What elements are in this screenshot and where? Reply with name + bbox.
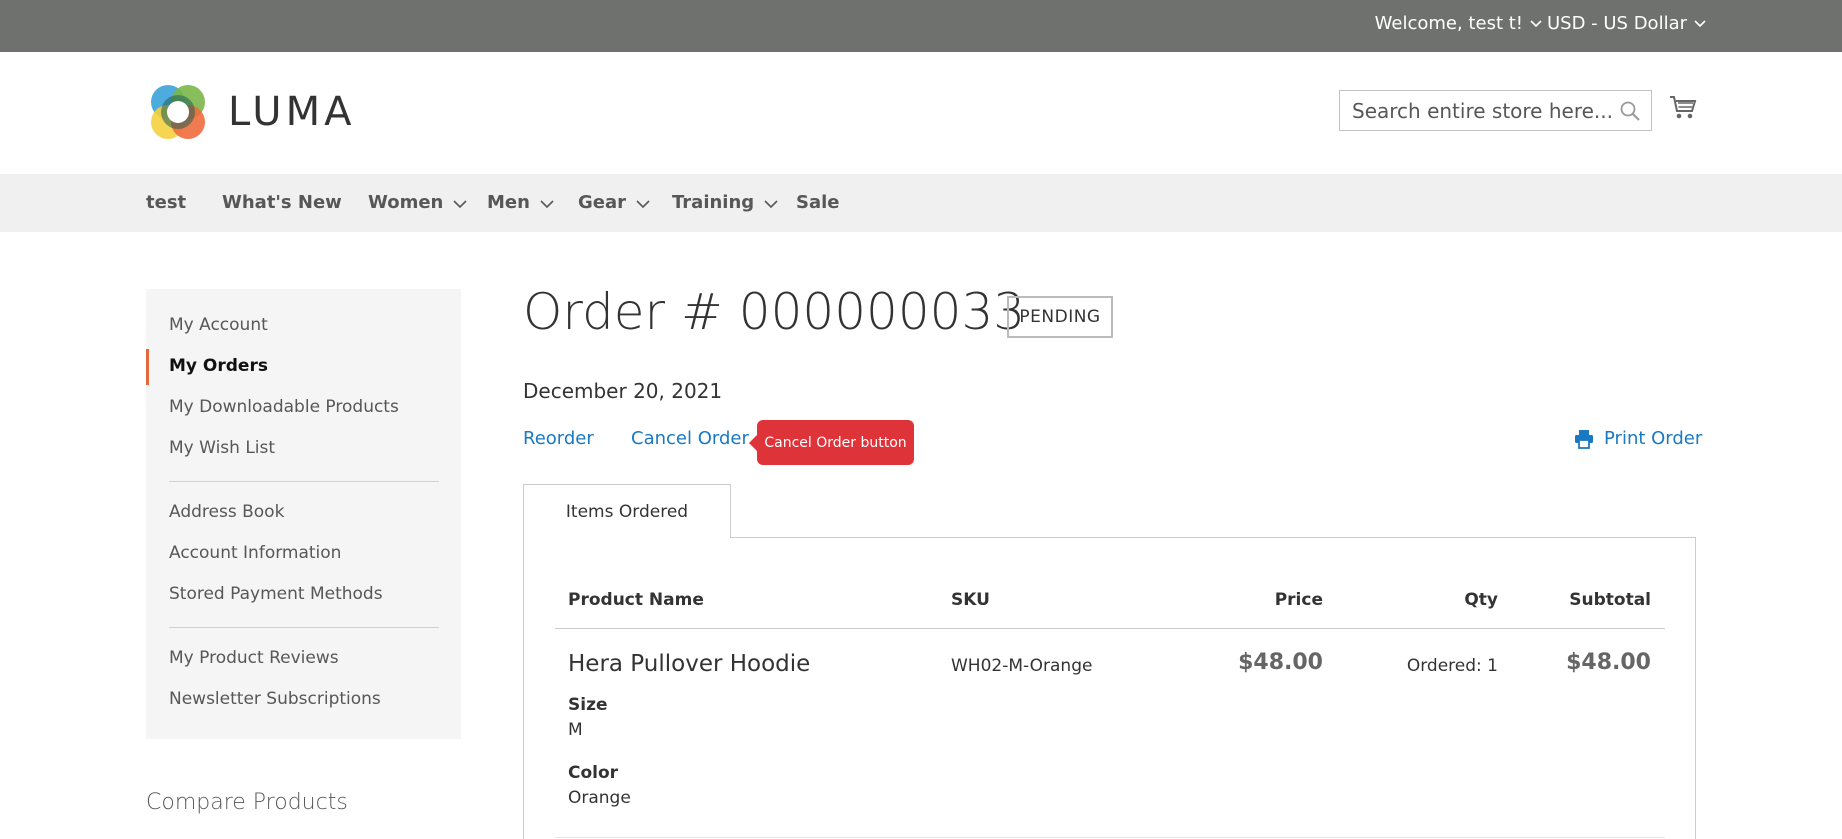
currency-switcher[interactable]: USD - US Dollar [1546, 13, 1706, 34]
chevron-down-icon [453, 199, 467, 209]
currency-text: USD - US Dollar [1546, 13, 1687, 34]
chevron-down-icon [540, 199, 554, 209]
chevron-down-icon [764, 199, 778, 209]
cart-icon[interactable] [1669, 93, 1697, 121]
account-sidebar: My Account My Orders My Downloadable Pro… [146, 289, 461, 739]
nav-label: Gear [578, 192, 627, 213]
order-date: December 20, 2021 [523, 379, 723, 403]
nav-label: Women [368, 192, 444, 213]
column-header-subtotal: Subtotal [1569, 590, 1651, 610]
top-header-bar: Welcome, test t! USD - US Dollar [0, 0, 1842, 52]
cancel-order-tooltip: Cancel Order button [749, 420, 914, 465]
product-qty: Ordered: 1 [1406, 656, 1498, 676]
search-input[interactable] [1340, 91, 1651, 130]
status-badge: PENDING [1007, 296, 1113, 338]
luma-logo-icon [151, 85, 205, 139]
nav-label: Training [672, 192, 755, 213]
customer-welcome-menu[interactable]: Welcome, test t! [1374, 13, 1542, 34]
sidebar-item-product-reviews[interactable]: My Product Reviews [169, 648, 339, 668]
nav-item-training[interactable]: Training [672, 192, 778, 213]
reorder-link[interactable]: Reorder [523, 428, 594, 449]
search-icon[interactable] [1619, 100, 1641, 122]
sidebar-item-downloadable-products[interactable]: My Downloadable Products [169, 397, 399, 417]
nav-item-whats-new[interactable]: What's New [222, 192, 342, 213]
option-label-color: Color [568, 763, 619, 783]
page-title: Order # 000000033 [523, 283, 1026, 341]
nav-label: Sale [796, 192, 840, 213]
current-item-marker [146, 349, 149, 385]
printer-icon [1574, 429, 1594, 449]
column-header-qty: Qty [1464, 590, 1498, 610]
sidebar-item-account-information[interactable]: Account Information [169, 543, 341, 563]
product-sku: WH02-M-Orange [951, 656, 1093, 676]
product-name: Hera Pullover Hoodie [568, 651, 811, 677]
table-header-divider [555, 628, 1665, 629]
option-value-size: M [568, 720, 583, 740]
nav-item-men[interactable]: Men [487, 192, 554, 213]
nav-label: test [146, 192, 187, 213]
sidebar-item-stored-payment-methods[interactable]: Stored Payment Methods [169, 584, 383, 604]
welcome-text: Welcome, test t! [1374, 13, 1523, 34]
table-row-divider [555, 837, 1665, 838]
nav-item-gear[interactable]: Gear [578, 192, 650, 213]
column-header-product-name: Product Name [568, 590, 704, 610]
nav-item-women[interactable]: Women [368, 192, 467, 213]
cancel-order-link[interactable]: Cancel Order [631, 428, 749, 449]
print-order-label: Print Order [1604, 428, 1703, 449]
nav-label: Men [487, 192, 530, 213]
chevron-down-icon [1694, 18, 1706, 28]
nav-item-sale[interactable]: Sale [796, 192, 840, 213]
sidebar-item-my-orders[interactable]: My Orders [169, 356, 268, 376]
store-logo[interactable]: LUMA [146, 80, 356, 144]
nav-item-test[interactable]: test [146, 192, 186, 213]
sidebar-item-address-book[interactable]: Address Book [169, 502, 284, 522]
main-navigation: test What's New Women Men Gear Training … [0, 174, 1842, 232]
product-price: $48.00 [1238, 650, 1323, 675]
option-value-color: Orange [568, 788, 631, 808]
column-header-sku: SKU [951, 590, 990, 610]
product-subtotal: $48.00 [1566, 650, 1651, 675]
column-header-price: Price [1274, 590, 1323, 610]
chevron-down-icon [1530, 18, 1542, 28]
items-ordered-panel [523, 537, 1696, 839]
sidebar-item-wish-list[interactable]: My Wish List [169, 438, 275, 458]
sidebar-divider [169, 627, 439, 628]
compare-products-title: Compare Products [146, 790, 348, 815]
option-label-size: Size [568, 695, 608, 715]
chevron-down-icon [636, 199, 650, 209]
logo-text: LUMA [228, 89, 356, 135]
sidebar-item-my-account[interactable]: My Account [169, 315, 268, 335]
tab-items-ordered[interactable]: Items Ordered [523, 484, 731, 538]
sidebar-divider [169, 481, 439, 482]
sidebar-item-newsletter-subscriptions[interactable]: Newsletter Subscriptions [169, 689, 381, 709]
print-order-link[interactable]: Print Order [1574, 428, 1702, 449]
search-box [1339, 90, 1652, 131]
nav-label: What's New [222, 192, 342, 213]
